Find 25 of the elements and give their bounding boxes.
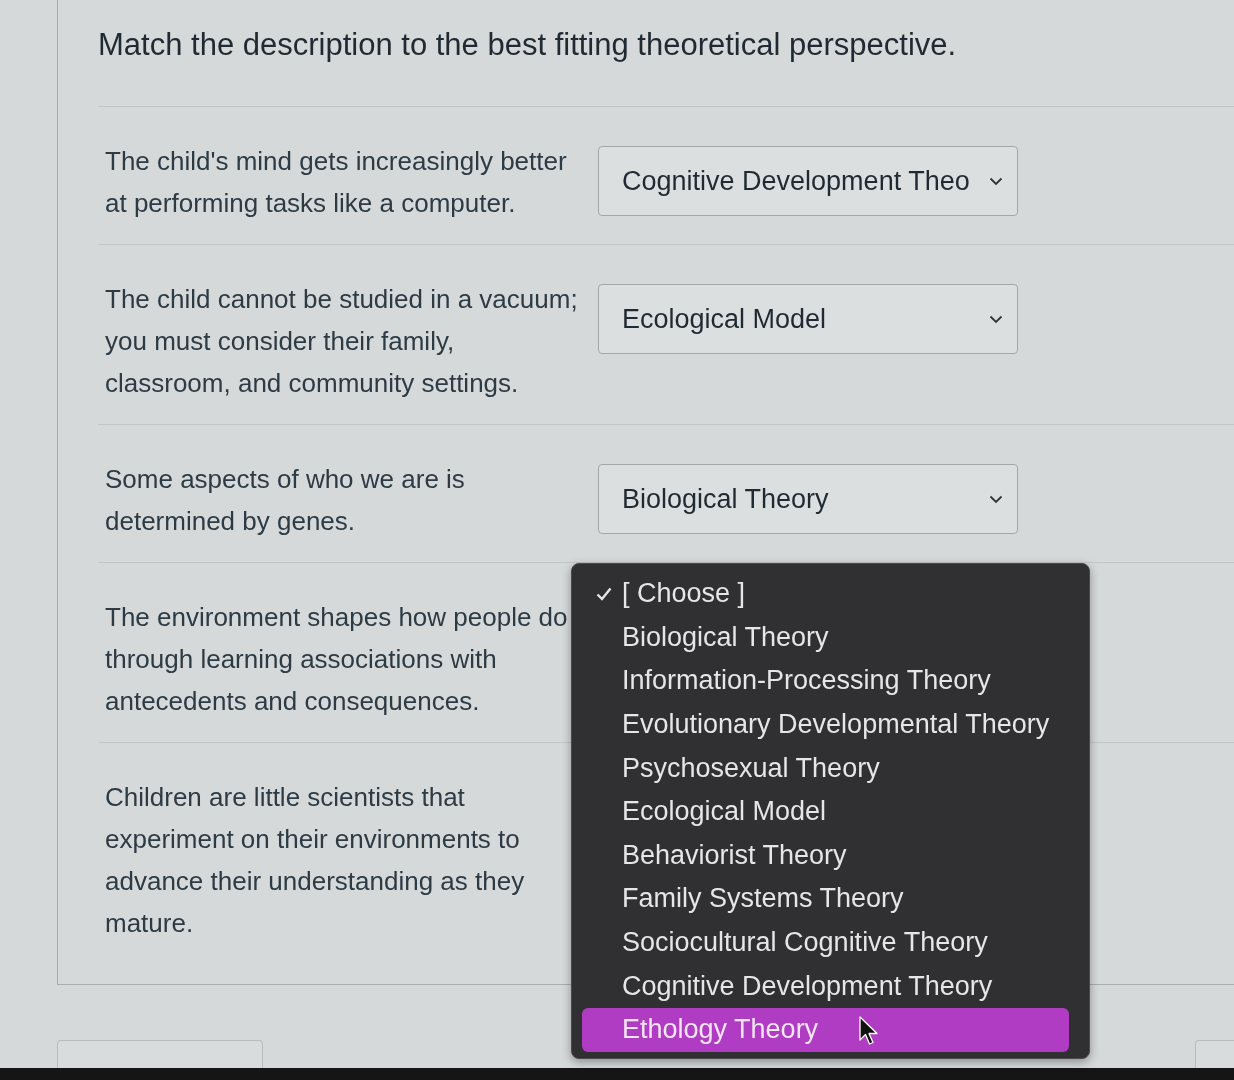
chevron-down-icon bbox=[989, 314, 1003, 324]
chevron-down-icon bbox=[989, 494, 1003, 504]
dropdown-option[interactable]: Ethology Theory bbox=[582, 1007, 1069, 1052]
dropdown-option[interactable]: Cognitive Development Theory bbox=[582, 964, 1069, 1008]
panel-edge bbox=[1195, 1040, 1234, 1068]
answer-dropdown[interactable]: Ecological Model bbox=[598, 284, 1018, 354]
dropdown-option[interactable]: Information-Processing Theory bbox=[582, 659, 1069, 703]
dropdown-option[interactable]: Behaviorist Theory bbox=[582, 833, 1069, 878]
description-text: The child cannot be studied in a vacuum; you must consider their family, classroom, and community settings. bbox=[105, 283, 578, 400]
mouse-pointer-icon bbox=[859, 1015, 879, 1046]
dropdown-option[interactable]: [ Choose ] bbox=[582, 572, 1069, 616]
answer-dropdown[interactable]: Biological Theory bbox=[598, 464, 1018, 534]
dropdown-option[interactable]: Evolutionary Developmental Theory bbox=[582, 702, 1069, 747]
description-text: The environment shapes how people do through learning associations with antecedents and consequences. bbox=[105, 601, 568, 718]
dropdown-option[interactable]: Biological Theory bbox=[582, 615, 1069, 660]
dropdown-option[interactable]: Ecological Model bbox=[582, 789, 1069, 834]
question-prompt: Match the description to the best fitting theoretical perspective. bbox=[98, 27, 957, 63]
description-text: The child's mind gets increasingly better at performing tasks like a computer. bbox=[105, 145, 567, 220]
answer-dropdown[interactable]: Cognitive Development Theo bbox=[598, 146, 1018, 216]
dropdown-option[interactable]: Psychosexual Theory bbox=[582, 746, 1069, 790]
description-text: Some aspects of who we are is determined by genes. bbox=[105, 463, 465, 538]
dropdown-option[interactable]: Sociocultural Cognitive Theory bbox=[582, 920, 1069, 965]
description-text: Children are little scientists that experiment on their environments to advance their understanding as they mature. bbox=[105, 781, 525, 940]
dropdown-option[interactable]: Family Systems Theory bbox=[582, 877, 1069, 921]
chevron-down-icon bbox=[989, 176, 1003, 186]
